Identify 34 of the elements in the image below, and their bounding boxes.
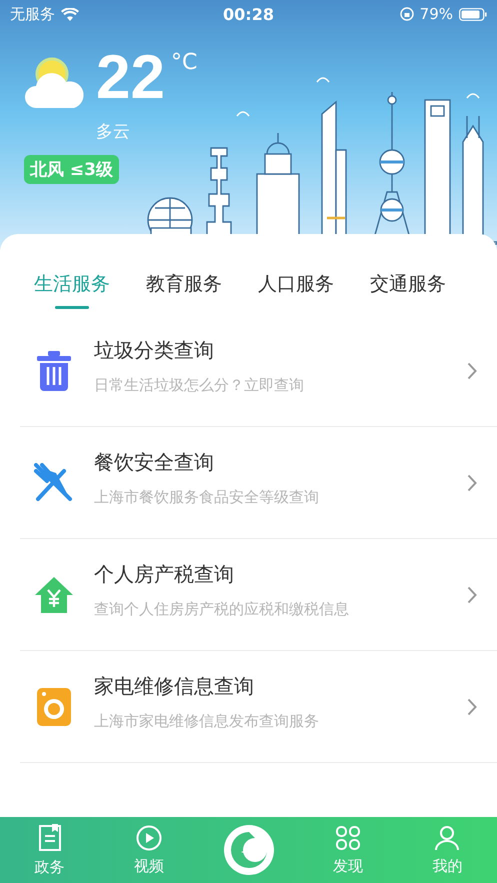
- service-description: 查询个人住房房产税的应税和缴税信息: [94, 600, 350, 618]
- service-description: 上海市家电维修信息发布查询服务: [94, 712, 320, 730]
- user-icon: [434, 824, 460, 850]
- grid-icon: [334, 824, 361, 850]
- chevron-right-icon: [467, 474, 477, 492]
- service-title: 餐饮安全查询: [94, 448, 215, 476]
- category-tab[interactable]: 教育服务: [146, 270, 222, 309]
- app-logo-icon[interactable]: [222, 824, 275, 876]
- document-icon: [38, 824, 62, 852]
- battery-percent: 79%: [420, 5, 453, 23]
- temperature-text: 22: [96, 50, 165, 106]
- carrier-text: 无服务: [10, 4, 55, 24]
- clock-text: 00:28: [223, 4, 274, 24]
- chevron-right-icon: [467, 362, 477, 380]
- category-tab[interactable]: 人口服务: [258, 270, 334, 309]
- wifi-icon: [61, 8, 79, 20]
- service-item[interactable]: 家电维修信息查询 上海市家电维修信息发布查询服务: [20, 651, 497, 763]
- unit-text: °C: [170, 50, 198, 75]
- service-title: 垃圾分类查询: [94, 336, 215, 364]
- chevron-right-icon: [467, 586, 477, 604]
- play-icon: [136, 824, 162, 850]
- service-description: 日常生活垃圾怎么分？立即查询: [94, 376, 305, 394]
- service-item[interactable]: 个人房产税查询 查询个人住房房产税的应税和缴税信息: [20, 539, 497, 651]
- weather-condition: 多云: [96, 121, 131, 143]
- chevron-right-icon: [467, 698, 477, 716]
- service-title: 个人房产税查询: [94, 560, 235, 588]
- category-tab[interactable]: 交通服务: [370, 270, 446, 309]
- service-item[interactable]: 餐饮安全查询 上海市餐饮服务食品安全等级查询: [20, 427, 497, 539]
- rotation-lock-icon: [400, 7, 414, 21]
- service-item[interactable]: 垃圾分类查询 日常生活垃圾怎么分？立即查询: [20, 315, 497, 427]
- service-title: 家电维修信息查询: [94, 672, 255, 700]
- wind-badge: 北风 ≤3级: [24, 155, 119, 184]
- service-description: 上海市餐饮服务食品安全等级查询: [94, 488, 320, 506]
- battery-icon: [459, 8, 487, 20]
